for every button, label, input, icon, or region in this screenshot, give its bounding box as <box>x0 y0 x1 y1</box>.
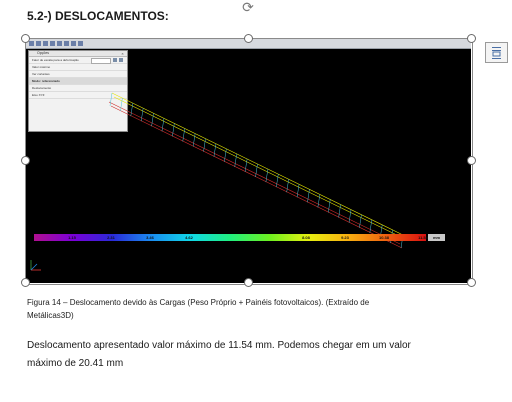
truss-member <box>109 92 113 107</box>
truss-member <box>113 96 406 240</box>
legend-tick-label: 2.31 <box>107 235 115 240</box>
legend-tick-label: 10.38 <box>378 235 389 240</box>
legend-tick-label: 8.08 <box>302 235 310 240</box>
truss-member <box>110 105 403 249</box>
legend-tick-label: 3.46 <box>146 235 154 240</box>
toolbar-icon <box>50 41 55 46</box>
truss-model <box>108 92 406 249</box>
toolbar-icon <box>78 41 83 46</box>
resize-handle[interactable] <box>467 278 476 287</box>
toolbar-icon <box>64 41 69 46</box>
legend-color-bar <box>34 234 426 241</box>
toolbar-icon <box>36 41 41 46</box>
section-heading: 5.2-) DESLOCAMENTOS: <box>27 9 169 23</box>
legend-tick-label: 9.23 <box>341 235 349 240</box>
body-paragraph: Deslocamento apresentado valor máximo de… <box>27 340 411 369</box>
toolbar-icon <box>43 41 48 46</box>
legend-tick-label: 1.15 <box>68 235 76 240</box>
resize-handle[interactable] <box>467 34 476 43</box>
legend-unit: mm <box>428 234 445 241</box>
resize-handle[interactable] <box>21 156 30 165</box>
resize-handle[interactable] <box>467 156 476 165</box>
figure-image[interactable]: Opções × Fator de escala para a deformaç… <box>26 39 471 283</box>
rotate-handle-icon[interactable]: ⟳ <box>239 0 257 14</box>
resize-handle[interactable] <box>21 278 30 287</box>
toolbar-icon <box>29 41 34 46</box>
truss-member <box>108 101 401 245</box>
toolbar-icon <box>57 41 62 46</box>
layout-options-icon <box>492 47 501 59</box>
resize-handle[interactable] <box>21 34 30 43</box>
resize-handle[interactable] <box>244 278 253 287</box>
layout-options-button[interactable] <box>485 42 508 63</box>
figure-caption: Figura 14 – Deslocamento devido às Carga… <box>27 298 370 320</box>
axes-icon <box>30 260 41 271</box>
toolbar-icon <box>71 41 76 46</box>
resize-handle[interactable] <box>244 34 253 43</box>
legend-tick-label: 4.62 <box>185 235 193 240</box>
